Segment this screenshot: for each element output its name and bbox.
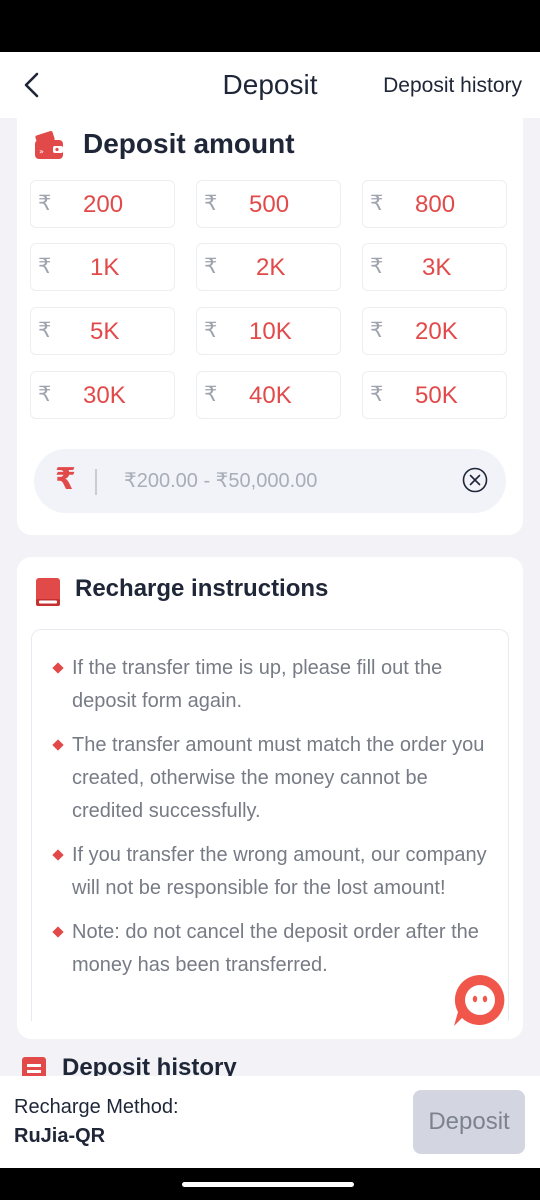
instruction-item: The transfer amount must match the order… — [52, 729, 490, 828]
clear-circle-icon[interactable] — [462, 467, 488, 493]
instruction-item: If the transfer time is up, please fill … — [52, 652, 490, 718]
instructions-list: If the transfer time is up, please fill … — [31, 629, 509, 1021]
header: Deposit Deposit history — [0, 52, 540, 118]
deposit-amount-title: Deposit amount — [83, 128, 295, 159]
amount-option-500[interactable]: ₹ 500 — [196, 180, 341, 228]
amount-option-20k[interactable]: ₹ 20K — [362, 307, 507, 355]
recharge-method-value: RuJia-QR — [14, 1125, 106, 1147]
document-icon — [22, 1057, 46, 1076]
amount-option-5k[interactable]: ₹ 5K — [30, 307, 175, 355]
amount-option-800[interactable]: ₹ 800 — [362, 180, 507, 228]
deposit-history-link[interactable]: Deposit history — [383, 74, 522, 98]
deposit-button[interactable]: Deposit — [413, 1090, 525, 1154]
amount-input-field[interactable]: ₹ ₹200.00 - ₹50,000.00 — [34, 449, 506, 513]
divider — [95, 469, 97, 495]
bullet-icon — [52, 926, 64, 938]
amount-value: 50K — [415, 382, 458, 409]
chat-support-icon[interactable] — [448, 970, 512, 1030]
amount-value: 5K — [90, 318, 120, 345]
book-icon — [36, 578, 60, 606]
amount-value: 30K — [83, 382, 126, 409]
recharge-instructions-title: Recharge instructions — [75, 575, 329, 602]
bullet-icon — [52, 849, 64, 861]
amount-value: 800 — [415, 191, 456, 218]
amount-value: 2K — [256, 254, 286, 281]
deposit-history-title: Deposit history — [62, 1054, 237, 1076]
amount-option-50k[interactable]: ₹ 50K — [362, 371, 507, 419]
system-nav-bar — [0, 1168, 540, 1200]
amount-input-placeholder[interactable]: ₹200.00 - ₹50,000.00 — [124, 468, 317, 493]
bullet-icon — [52, 662, 64, 674]
wallet-icon: » — [35, 130, 63, 159]
amount-option-1k[interactable]: ₹ 1K — [30, 243, 175, 291]
instruction-item: If you transfer the wrong amount, our co… — [52, 839, 490, 905]
amount-value: 500 — [249, 191, 290, 218]
home-indicator[interactable] — [182, 1182, 354, 1187]
instruction-item: Note: do not cancel the deposit order af… — [52, 916, 490, 982]
bottom-action-bar: Recharge Method: RuJia-QR Deposit — [0, 1076, 540, 1168]
amount-option-3k[interactable]: ₹ 3K — [362, 243, 507, 291]
amount-value: 3K — [422, 254, 452, 281]
amount-value: 1K — [90, 254, 120, 281]
bullet-icon — [52, 739, 64, 751]
content-scroll[interactable]: » Deposit amount ₹ 200 ₹ 500 ₹ 800 ₹ 1K … — [0, 118, 540, 1076]
rupee-icon: ₹ — [55, 463, 76, 496]
recharge-method-label: Recharge Method: — [14, 1096, 179, 1118]
amount-value: 10K — [249, 318, 292, 345]
amount-value: 20K — [415, 318, 458, 345]
amount-value: 40K — [249, 382, 292, 409]
recharge-instructions-card: Recharge instructions If the transfer ti… — [17, 557, 523, 1039]
amount-option-2k[interactable]: ₹ 2K — [196, 243, 341, 291]
amount-option-40k[interactable]: ₹ 40K — [196, 371, 341, 419]
status-bar — [0, 0, 540, 52]
amount-value: 200 — [83, 191, 124, 218]
amount-option-10k[interactable]: ₹ 10K — [196, 307, 341, 355]
amount-option-30k[interactable]: ₹ 30K — [30, 371, 175, 419]
svg-text:»: » — [39, 147, 44, 156]
amount-option-200[interactable]: ₹ 200 — [30, 180, 175, 228]
